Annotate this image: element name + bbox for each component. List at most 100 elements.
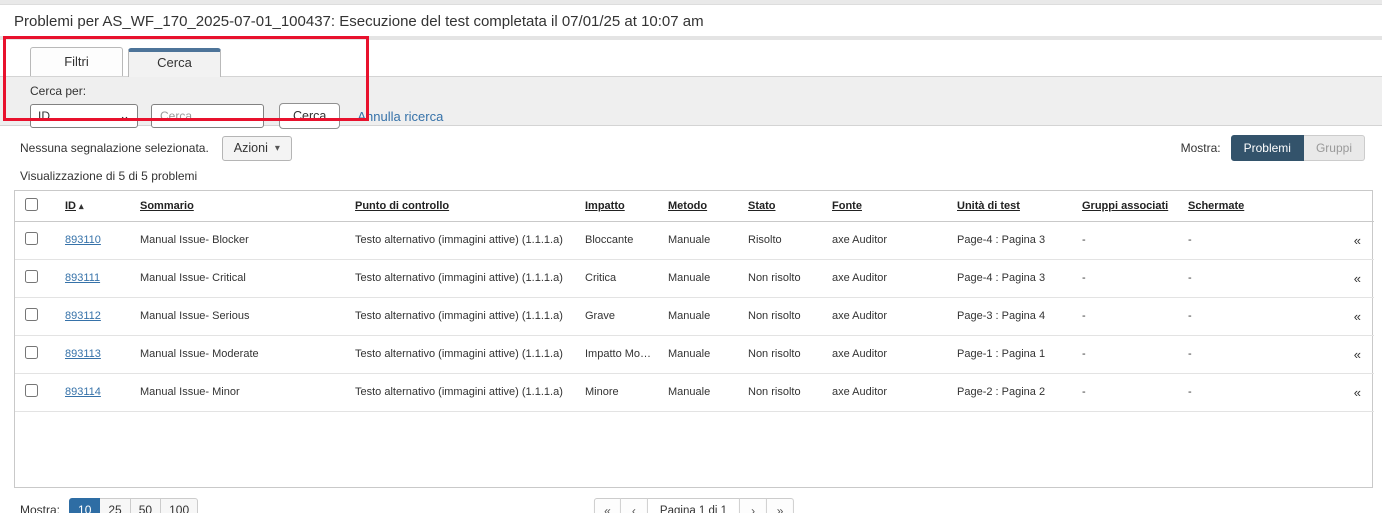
cell-punto-di-controllo: Testo alternativo (immagini attive) (1.1… <box>349 373 579 412</box>
collapse-row-icon[interactable]: « <box>1336 259 1374 298</box>
cell-sommario: Manual Issue- Minor <box>134 373 349 412</box>
pagination-last-button[interactable]: » <box>767 498 795 513</box>
search-panel: Cerca per: ID ⌄ Cerca Annulla ricerca <box>0 76 1382 129</box>
cell-metodo: Manuale <box>662 221 742 260</box>
cell-gruppi-associati: - <box>1076 259 1182 298</box>
table-header-row: ID ▴ Sommario Punto di controllo Impatto … <box>15 191 1374 222</box>
cell-impatto: Critica <box>579 259 662 298</box>
issue-id-link[interactable]: 893111 <box>65 272 100 284</box>
cell-sommario: Manual Issue- Serious <box>134 297 349 336</box>
column-header-punto-di-controllo[interactable]: Punto di controllo <box>355 200 449 212</box>
cell-punto-di-controllo: Testo alternativo (immagini attive) (1.1… <box>349 221 579 260</box>
search-button[interactable]: Cerca <box>279 103 341 129</box>
issue-id-link[interactable]: 893112 <box>65 310 101 322</box>
cell-impatto: Bloccante <box>579 221 662 260</box>
pagination-first-button[interactable]: « <box>593 498 621 513</box>
cell-sommario: Manual Issue- Moderate <box>134 335 349 374</box>
issue-id-link[interactable]: 893110 <box>65 234 101 246</box>
issues-table-container: ID ▴ Sommario Punto di controllo Impatto … <box>14 190 1374 488</box>
cell-impatto: Grave <box>579 297 662 336</box>
pagination-status: Pagina 1 di 1 <box>647 498 741 513</box>
issue-id-link[interactable]: 893114 <box>65 386 101 398</box>
cell-gruppi-associati: - <box>1076 373 1182 412</box>
collapse-row-icon[interactable]: « <box>1336 297 1374 336</box>
cell-unita-di-test: Page-3 : Pagina 4 <box>951 297 1076 336</box>
cell-fonte: axe Auditor <box>826 335 951 374</box>
search-field-select[interactable]: ID ⌄ <box>30 104 138 128</box>
row-checkbox[interactable] <box>25 232 38 245</box>
caret-down-icon: ▾ <box>274 142 280 154</box>
cell-stato: Risolto <box>742 221 826 260</box>
view-toggle-problemi[interactable]: Problemi <box>1230 135 1304 161</box>
select-all-checkbox[interactable] <box>25 197 38 211</box>
cell-impatto: Impatto Moderato <box>579 335 662 374</box>
cell-punto-di-controllo: Testo alternativo (immagini attive) (1.1… <box>349 259 579 298</box>
column-header-schermate[interactable]: Schermate <box>1188 200 1244 212</box>
cell-impatto: Minore <box>579 373 662 412</box>
row-checkbox[interactable] <box>25 346 38 359</box>
pagination-prev-button[interactable]: ‹ <box>620 498 648 513</box>
search-input[interactable] <box>151 104 264 128</box>
pagination: « ‹ Pagina 1 di 1 › » <box>593 498 795 513</box>
column-header-sommario[interactable]: Sommario <box>140 200 194 212</box>
page-size-100[interactable]: 100 <box>161 498 199 513</box>
cell-schermate: - <box>1182 259 1336 298</box>
cell-fonte: axe Auditor <box>826 221 951 260</box>
row-checkbox[interactable] <box>25 308 38 321</box>
view-toggle: Mostra: Problemi Gruppi <box>1181 135 1365 161</box>
collapse-row-icon[interactable]: « <box>1336 335 1374 374</box>
page-title: Problemi per AS_WF_170_2025-07-01_100437… <box>0 5 1382 36</box>
column-header-impatto[interactable]: Impatto <box>585 200 625 212</box>
cell-punto-di-controllo: Testo alternativo (immagini attive) (1.1… <box>349 335 579 374</box>
cell-schermate: - <box>1182 373 1336 412</box>
tab-cerca-label: Cerca <box>157 55 192 70</box>
footer-bar: Mostra: 10 25 50 100 « ‹ Pagina 1 di 1 ›… <box>20 498 1368 513</box>
page-size-label: Mostra: <box>20 503 61 513</box>
cell-metodo: Manuale <box>662 335 742 374</box>
tab-filtri[interactable]: Filtri <box>30 47 123 76</box>
cell-gruppi-associati: - <box>1076 335 1182 374</box>
cell-metodo: Manuale <box>662 373 742 412</box>
cell-schermate: - <box>1182 335 1336 374</box>
table-row: 893111 Manual Issue- Critical Testo alte… <box>15 259 1374 298</box>
search-by-label: Cerca per: <box>30 84 87 98</box>
collapse-row-icon[interactable]: « <box>1336 221 1374 260</box>
column-header-unita-di-test[interactable]: Unità di test <box>957 200 1020 212</box>
cell-unita-di-test: Page-4 : Pagina 3 <box>951 259 1076 298</box>
cell-sommario: Manual Issue- Blocker <box>134 221 349 260</box>
cancel-search-link[interactable]: Annulla ricerca <box>357 109 443 124</box>
cell-schermate: - <box>1182 221 1336 260</box>
cell-schermate: - <box>1182 297 1336 336</box>
page-size-25[interactable]: 25 <box>100 498 131 513</box>
page-size-10[interactable]: 10 <box>69 498 101 513</box>
cell-unita-di-test: Page-2 : Pagina 2 <box>951 373 1076 412</box>
actions-row: Nessuna segnalazione selezionata. Azioni… <box>20 135 1368 161</box>
issue-id-link[interactable]: 893113 <box>65 348 101 360</box>
column-header-gruppi-associati[interactable]: Gruppi associati <box>1082 200 1168 212</box>
tab-filtri-label: Filtri <box>64 54 89 69</box>
view-toggle-gruppi[interactable]: Gruppi <box>1303 135 1365 161</box>
column-header-collapse <box>1336 191 1374 222</box>
column-header-metodo[interactable]: Metodo <box>668 200 707 212</box>
column-header-stato[interactable]: Stato <box>748 200 776 212</box>
tab-bar: Filtri Cerca <box>0 40 1382 77</box>
collapse-row-icon[interactable]: « <box>1336 373 1374 412</box>
pagination-next-button[interactable]: › <box>740 498 768 513</box>
row-checkbox[interactable] <box>25 384 38 397</box>
selection-status-text: Nessuna segnalazione selezionata. <box>20 141 209 155</box>
issues-table: ID ▴ Sommario Punto di controllo Impatto … <box>15 191 1374 412</box>
table-row: 893112 Manual Issue- Serious Testo alter… <box>15 297 1374 336</box>
cell-unita-di-test: Page-1 : Pagina 1 <box>951 335 1076 374</box>
show-label: Mostra: <box>1180 141 1221 155</box>
tab-cerca[interactable]: Cerca <box>128 48 221 77</box>
row-checkbox[interactable] <box>25 270 38 283</box>
cell-sommario: Manual Issue- Critical <box>134 259 349 298</box>
column-header-fonte[interactable]: Fonte <box>832 200 862 212</box>
cell-stato: Non risolto <box>742 373 826 412</box>
actions-button[interactable]: Azioni ▾ <box>221 135 292 161</box>
page-size-50[interactable]: 50 <box>130 498 162 513</box>
cell-unita-di-test: Page-4 : Pagina 3 <box>951 221 1076 260</box>
column-header-id[interactable]: ID <box>65 200 76 212</box>
cell-stato: Non risolto <box>742 335 826 374</box>
table-row: 893110 Manual Issue- Blocker Testo alter… <box>15 221 1374 260</box>
